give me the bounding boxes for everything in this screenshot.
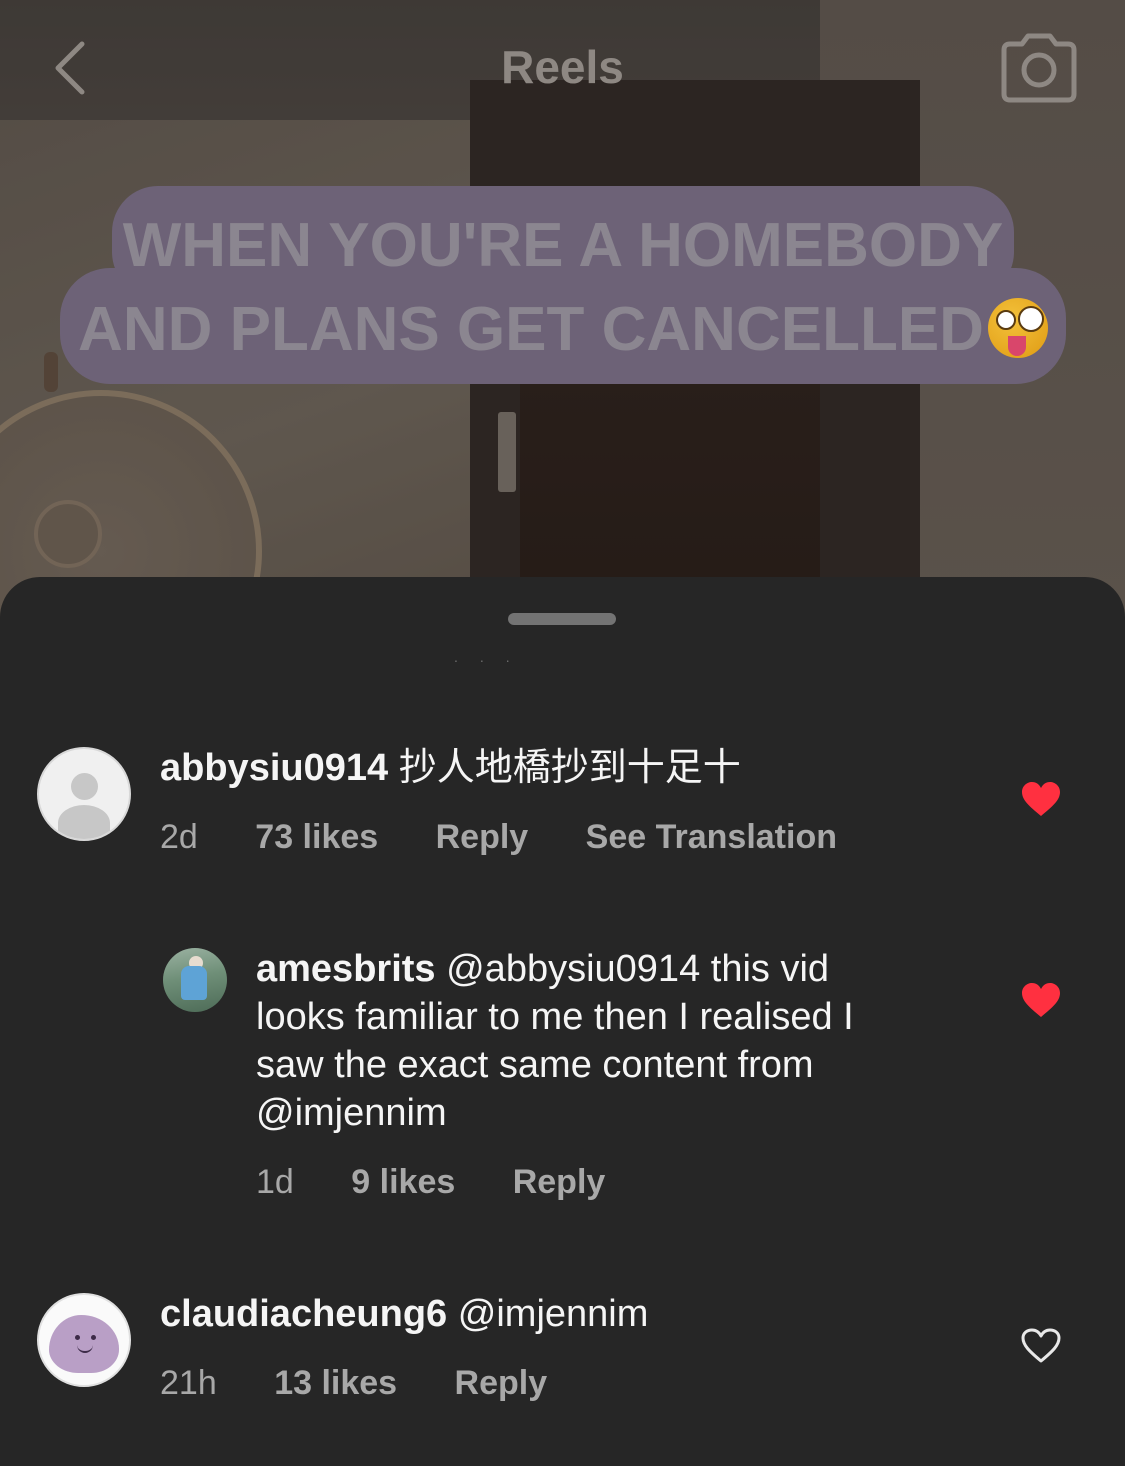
comment-body-line3: saw the exact same content from [256, 1044, 814, 1086]
like-button[interactable] [1021, 782, 1061, 818]
comment-likes[interactable]: 73 likes [255, 818, 378, 856]
comment-time: 21h [160, 1364, 217, 1402]
user-body-icon [57, 804, 111, 839]
page-title: Reels [501, 41, 624, 93]
comment-username[interactable]: abbysiu0914 [160, 747, 388, 789]
avatar-figure [181, 966, 207, 1000]
camera-button[interactable] [996, 30, 1082, 108]
comment-mention[interactable]: @abbysiu0914 [446, 948, 700, 990]
comment-body: 抄人地橋抄到十足十 [398, 747, 741, 789]
comment-meta: 21h 13 likes Reply [160, 1364, 595, 1403]
comment-time: 1d [256, 1163, 294, 1201]
ditto-eye-right [91, 1335, 96, 1340]
comment-meta: 2d 73 likes Reply See Translation [160, 818, 885, 857]
comment-text: amesbrits @abbysiu0914 this vid looks fa… [256, 945, 976, 1137]
reply-button[interactable]: Reply [513, 1163, 606, 1201]
comment-username[interactable]: amesbrits [256, 948, 436, 990]
comment-body-line1: this vid [700, 948, 830, 990]
sheet-divider-dots: ... [454, 649, 532, 665]
comment-text: abbysiu0914 抄人地橋抄到十足十 [160, 744, 741, 792]
comment-text: claudiacheung6 @imjennim [160, 1290, 648, 1338]
reply-button[interactable]: Reply [436, 818, 529, 856]
comment-meta: 1d 9 likes Reply [256, 1163, 653, 1202]
like-button[interactable] [1021, 1328, 1061, 1364]
comment-mention[interactable]: @imjennim [256, 1092, 447, 1134]
like-button[interactable] [1021, 983, 1061, 1019]
heart-outline-icon [1021, 1328, 1061, 1363]
heart-filled-icon [1022, 782, 1060, 816]
comment-time: 2d [160, 818, 198, 856]
camera-icon [1001, 33, 1077, 103]
ditto-blob [49, 1315, 119, 1373]
avatar[interactable] [37, 1293, 131, 1387]
comment-likes[interactable]: 9 likes [351, 1163, 455, 1201]
avatar[interactable] [163, 948, 227, 1012]
comment-mention[interactable]: @imjennim [458, 1293, 649, 1335]
reply-button[interactable]: Reply [455, 1364, 548, 1402]
see-translation-button[interactable]: See Translation [586, 818, 837, 856]
comment-likes[interactable]: 13 likes [274, 1364, 397, 1402]
comment-body-line2: looks familiar to me then I realised I [256, 996, 854, 1038]
avatar[interactable] [37, 747, 131, 841]
sheet-drag-handle[interactable] [508, 613, 616, 625]
user-head-icon [70, 773, 98, 801]
ditto-eye-left [75, 1335, 80, 1340]
comment-username[interactable]: claudiacheung6 [160, 1293, 447, 1335]
heart-filled-icon [1022, 983, 1060, 1017]
